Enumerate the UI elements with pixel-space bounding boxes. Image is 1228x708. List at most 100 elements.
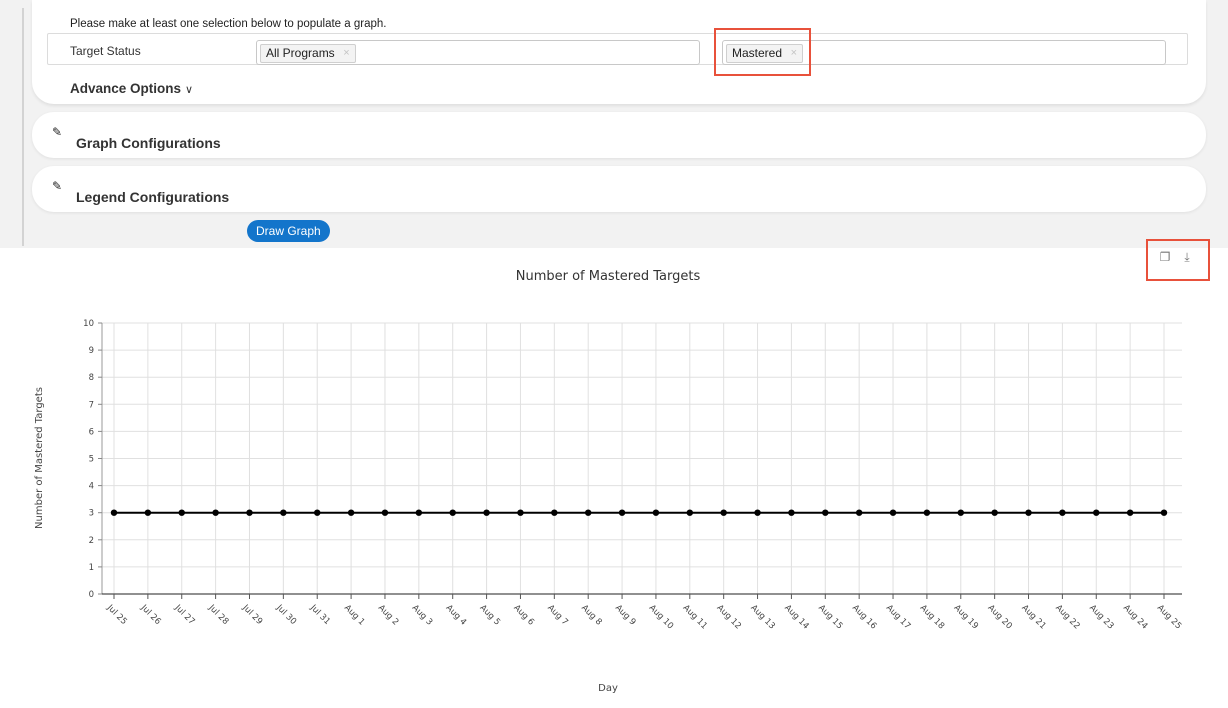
data-point bbox=[144, 509, 152, 516]
x-tick-label: Aug 3 bbox=[410, 603, 435, 628]
mastered-targets-chart: Number of Mastered Targets Number of Mas… bbox=[34, 269, 1183, 694]
x-tick-label: Aug 24 bbox=[1121, 603, 1149, 631]
x-tick-label: Aug 2 bbox=[376, 603, 401, 628]
data-point bbox=[720, 509, 727, 516]
remove-program-icon[interactable]: × bbox=[343, 45, 349, 62]
data-point bbox=[957, 509, 964, 516]
x-tick-label: Aug 8 bbox=[579, 603, 604, 628]
data-point bbox=[584, 509, 592, 516]
draw-graph-button[interactable]: Draw Graph bbox=[247, 220, 330, 242]
data-point bbox=[822, 509, 829, 516]
data-point bbox=[415, 509, 423, 516]
x-tick-label: Jul 25 bbox=[104, 602, 129, 627]
data-point bbox=[551, 509, 558, 516]
data-point bbox=[788, 509, 795, 516]
data-point bbox=[1160, 509, 1168, 516]
graph-configurations-title: Graph Configurations bbox=[76, 135, 221, 151]
x-tick-label: Aug 11 bbox=[681, 603, 709, 631]
data-point bbox=[449, 509, 456, 516]
status-highlight-box bbox=[714, 28, 811, 76]
y-tick-label: 6 bbox=[89, 427, 94, 437]
data-point bbox=[347, 509, 355, 516]
chevron-down-icon: ∨ bbox=[185, 84, 194, 96]
data-point bbox=[314, 509, 321, 516]
data-point bbox=[178, 509, 185, 516]
data-point bbox=[889, 509, 897, 516]
data-point bbox=[618, 509, 626, 516]
x-tick-label: Aug 6 bbox=[511, 603, 536, 628]
x-tick-label: Jul 27 bbox=[172, 602, 197, 627]
y-tick-label: 7 bbox=[89, 400, 94, 410]
x-tick-label: Aug 4 bbox=[444, 603, 469, 628]
x-tick-label: Aug 19 bbox=[952, 603, 980, 631]
data-point bbox=[517, 509, 524, 516]
data-point bbox=[991, 509, 998, 516]
left-divider bbox=[22, 8, 24, 246]
data-point bbox=[686, 509, 694, 516]
y-tick-label: 10 bbox=[83, 319, 94, 329]
x-tick-label: Aug 23 bbox=[1087, 603, 1115, 631]
graph-configurations-section[interactable]: ✎ Graph Configurations bbox=[32, 112, 1206, 158]
series bbox=[110, 509, 1168, 516]
advance-options-toggle[interactable]: Advance Options ∨ bbox=[70, 81, 193, 96]
data-point bbox=[483, 509, 490, 516]
x-tick-label: Aug 5 bbox=[477, 603, 502, 628]
x-tick-label: Jul 31 bbox=[307, 602, 332, 627]
program-tag: All Programs × bbox=[260, 44, 356, 63]
y-tick-label: 1 bbox=[89, 563, 94, 573]
x-tick-label: Aug 25 bbox=[1155, 603, 1183, 631]
program-tag-label: All Programs bbox=[266, 46, 335, 60]
x-tick-label: Aug 21 bbox=[1019, 603, 1047, 631]
x-tick-label: Jul 29 bbox=[240, 602, 265, 627]
x-tick-label: Aug 20 bbox=[986, 603, 1014, 631]
x-ticks: Jul 25 Jul 26 Jul 27 Jul 28 Jul 29 Jul 30 Jul … bbox=[104, 594, 1183, 631]
y-tick-label: 3 bbox=[89, 509, 94, 519]
data-point bbox=[1126, 509, 1134, 516]
program-select[interactable]: All Programs × bbox=[256, 40, 700, 65]
data-point bbox=[280, 509, 287, 516]
data-point bbox=[1059, 509, 1066, 516]
data-point bbox=[1025, 509, 1032, 516]
x-tick-label: Aug 12 bbox=[715, 603, 743, 631]
pencil-icon: ✎ bbox=[52, 125, 63, 139]
x-tick-label: Aug 17 bbox=[884, 603, 912, 631]
data-point bbox=[652, 509, 660, 516]
y-tick-label: 2 bbox=[89, 536, 94, 546]
advance-options-label: Advance Options bbox=[70, 81, 182, 96]
chart-title: Number of Mastered Targets bbox=[516, 269, 701, 284]
x-tick-label: Jul 28 bbox=[206, 602, 231, 627]
y-tick-label: 9 bbox=[89, 346, 94, 356]
data-point bbox=[381, 509, 389, 516]
x-tick-label: Aug 15 bbox=[816, 603, 844, 631]
pencil-icon: ✎ bbox=[52, 179, 63, 193]
y-tick-label: 8 bbox=[89, 373, 94, 383]
y-axis-label: Number of Mastered Targets bbox=[34, 387, 45, 529]
x-tick-label: Aug 1 bbox=[342, 603, 367, 628]
y-ticks: 0 1 2 3 4 5 6 7 8 9 10 bbox=[83, 319, 102, 600]
instruction-text: Please make at least one selection below… bbox=[70, 18, 387, 30]
x-axis-label: Day bbox=[598, 683, 618, 694]
target-status-label: Target Status bbox=[70, 44, 141, 58]
grid bbox=[102, 322, 1182, 594]
x-tick-label: Aug 7 bbox=[545, 603, 570, 628]
data-point bbox=[246, 509, 253, 516]
y-tick-label: 0 bbox=[89, 590, 94, 600]
data-point bbox=[110, 509, 118, 516]
data-point bbox=[855, 509, 863, 516]
y-tick-label: 5 bbox=[89, 455, 94, 465]
x-tick-label: Aug 18 bbox=[918, 603, 946, 631]
x-tick-label: Aug 16 bbox=[850, 603, 878, 631]
x-tick-label: Aug 14 bbox=[782, 603, 810, 631]
x-tick-label: Aug 9 bbox=[613, 603, 638, 628]
data-point bbox=[1093, 509, 1100, 516]
x-tick-label: Aug 22 bbox=[1053, 603, 1081, 631]
x-tick-label: Aug 10 bbox=[647, 603, 675, 631]
y-tick-label: 4 bbox=[89, 482, 94, 492]
data-point bbox=[923, 509, 931, 516]
data-point bbox=[212, 509, 219, 516]
legend-configurations-section[interactable]: ✎ Legend Configurations bbox=[32, 166, 1206, 212]
data-point bbox=[754, 509, 761, 516]
legend-configurations-title: Legend Configurations bbox=[76, 189, 230, 205]
x-tick-label: Jul 30 bbox=[274, 602, 299, 627]
x-tick-label: Aug 13 bbox=[748, 603, 776, 631]
